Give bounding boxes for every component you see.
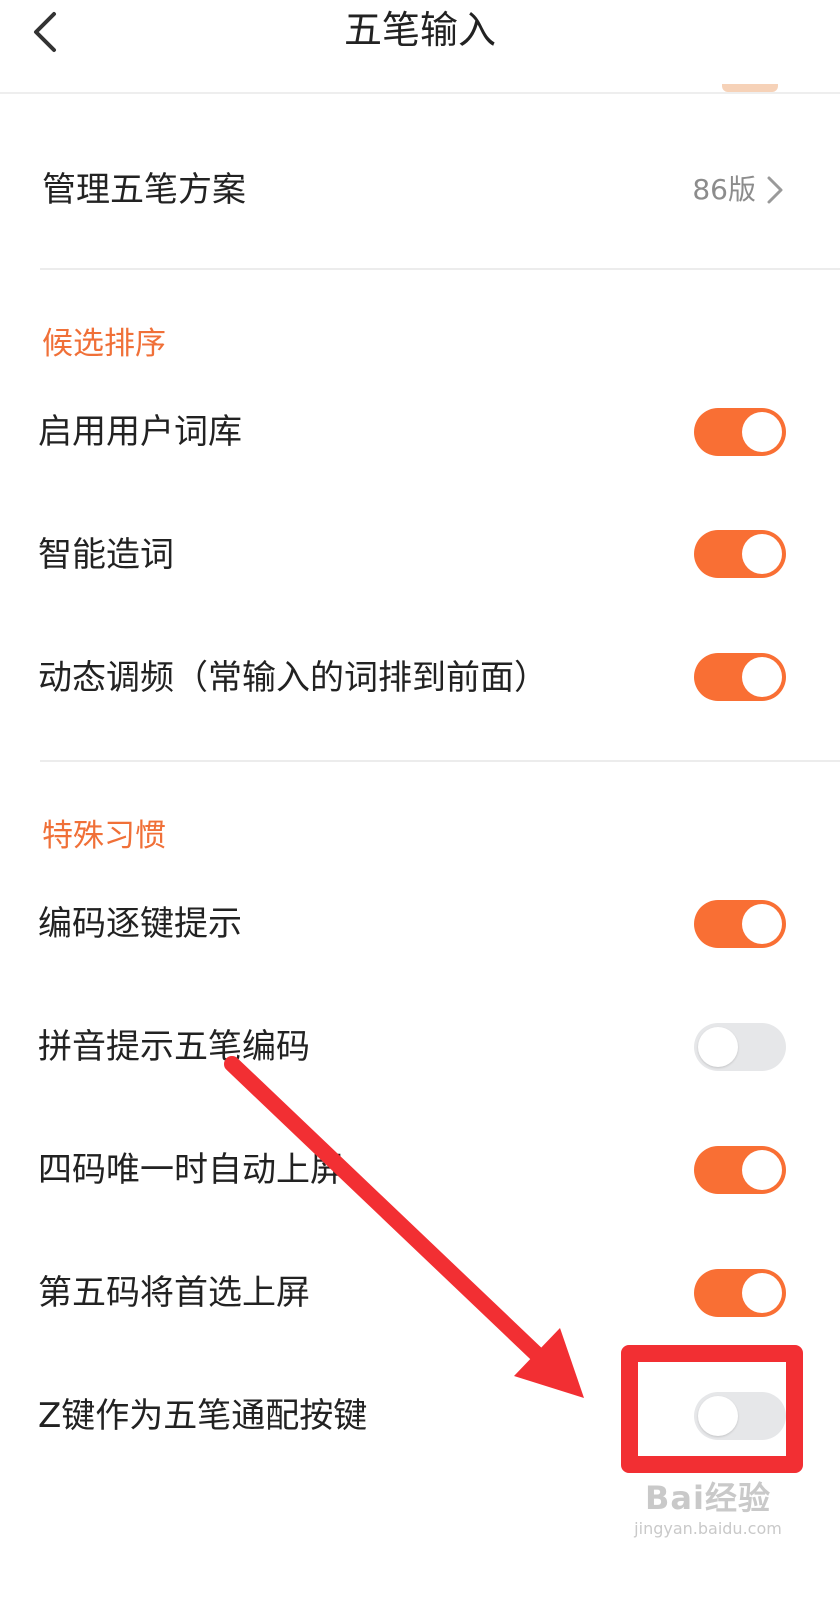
toggle-switch-on[interactable] (694, 1269, 786, 1317)
toggle-knob (742, 904, 782, 944)
setting-row-pinyin-hint[interactable]: 拼音提示五笔编码 (0, 991, 840, 1103)
section-title-special-habits: 特殊习惯 (42, 818, 166, 854)
scheme-version-value: 86版 (692, 173, 756, 206)
setting-label: 启用用户词库 (38, 412, 242, 452)
setting-row-code-hint[interactable]: 编码逐键提示 (0, 868, 840, 980)
manage-scheme-label: 管理五笔方案 (42, 170, 246, 210)
toggle-knob (742, 534, 782, 574)
setting-label: 四码唯一时自动上屏 (38, 1150, 344, 1190)
setting-row-user-dictionary[interactable]: 启用用户词库 (0, 376, 840, 488)
setting-row-smart-words[interactable]: 智能造词 (0, 499, 840, 611)
setting-label: 动态调频（常输入的词排到前面） (38, 658, 548, 698)
setting-row-fifth-code[interactable]: 第五码将首选上屏 (0, 1237, 840, 1349)
scroll-indicator (722, 84, 778, 92)
toggle-knob (742, 412, 782, 452)
top-bar: 五笔输入 (0, 0, 840, 94)
toggle-switch-on[interactable] (694, 408, 786, 456)
toggle-switch-on[interactable] (694, 1146, 786, 1194)
setting-label: 智能造词 (38, 535, 174, 575)
baidu-jingyan-watermark: Bai经验 jingyan.baidu.com (628, 1478, 788, 1558)
toggle-switch-on[interactable] (694, 653, 786, 701)
toggle-switch-off[interactable] (694, 1023, 786, 1071)
toggle-knob (742, 1150, 782, 1190)
toggle-switch-on[interactable] (694, 900, 786, 948)
divider (40, 760, 840, 762)
divider (40, 268, 840, 270)
setting-label: Z键作为五笔通配按键 (38, 1396, 368, 1436)
section-title-candidate-sort: 候选排序 (42, 326, 166, 362)
watermark-brand: Bai经验 (645, 1479, 771, 1517)
toggle-knob (742, 1273, 782, 1313)
chevron-right-icon (767, 176, 783, 204)
annotation-highlight-box (621, 1345, 803, 1473)
watermark-url: jingyan.baidu.com (634, 1519, 782, 1538)
setting-row-auto-commit[interactable]: 四码唯一时自动上屏 (0, 1114, 840, 1226)
setting-label: 编码逐键提示 (38, 904, 242, 944)
manage-scheme-row[interactable]: 管理五笔方案 86版 (0, 134, 840, 246)
toggle-switch-on[interactable] (694, 530, 786, 578)
toggle-knob (698, 1027, 738, 1067)
toggle-knob (742, 657, 782, 697)
setting-label: 第五码将首选上屏 (38, 1273, 310, 1313)
page-title: 五笔输入 (343, 8, 496, 52)
setting-label: 拼音提示五笔编码 (38, 1027, 310, 1067)
setting-row-dynamic-frequency[interactable]: 动态调频（常输入的词排到前面） (0, 622, 840, 734)
